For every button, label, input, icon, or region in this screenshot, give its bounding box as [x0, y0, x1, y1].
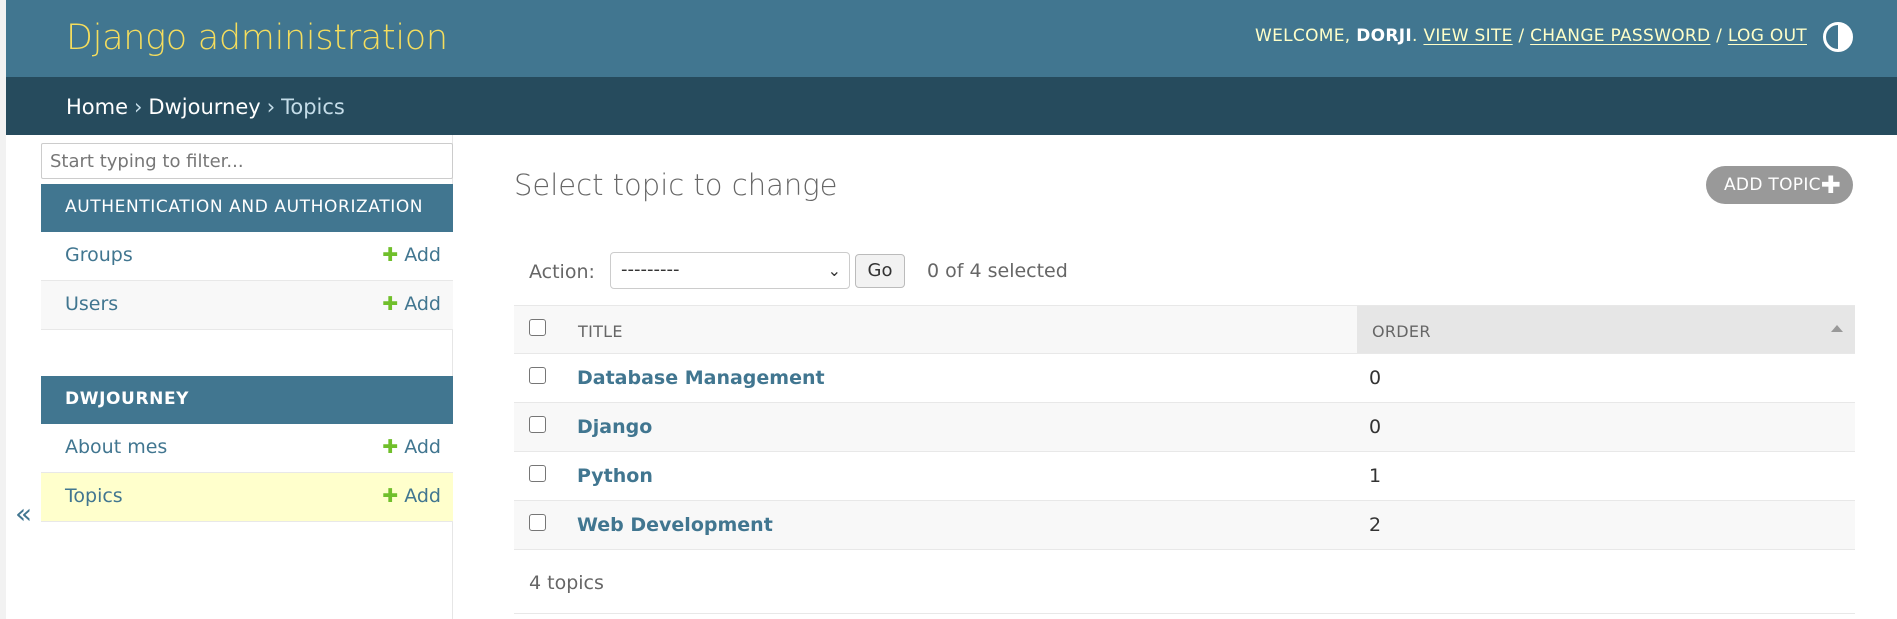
table-header: TITLE ORDER — [514, 305, 1855, 354]
table-row: Django 0 — [514, 403, 1855, 452]
welcome-period: . — [1412, 26, 1424, 46]
add-label: Add — [404, 436, 441, 458]
module-caption-dwjourney[interactable]: DWJOURNEY — [41, 376, 453, 424]
collapse-sidebar-icon[interactable]: « — [15, 497, 32, 530]
theme-toggle-icon[interactable] — [1823, 22, 1853, 52]
action-label: Action: — [529, 261, 595, 283]
plus-icon: ✚ — [382, 485, 399, 507]
plus-icon: ✚ — [382, 293, 399, 315]
table-row: Python 1 — [514, 452, 1855, 501]
breadcrumb-home[interactable]: Home — [66, 95, 128, 119]
site-branding[interactable]: Django administration — [66, 18, 448, 58]
plus-icon: ✚ — [1820, 171, 1841, 199]
row-checkbox[interactable] — [529, 367, 546, 384]
add-users-link[interactable]: ✚ Add — [382, 293, 441, 315]
row-title-link[interactable]: Web Development — [577, 514, 773, 536]
go-button[interactable]: Go — [855, 254, 905, 288]
username: DORJI — [1356, 26, 1413, 46]
breadcrumb: Home › Dwjourney › Topics — [6, 77, 1897, 135]
breadcrumb-current: Topics — [281, 95, 345, 119]
row-title-link[interactable]: Python — [577, 465, 653, 487]
sort-ascending-icon[interactable] — [1831, 325, 1843, 332]
row-title-link[interactable]: Django — [577, 416, 652, 438]
user-tools: WELCOME, DORJI. VIEW SITE / CHANGE PASSW… — [1255, 26, 1807, 46]
breadcrumb-separator: › — [266, 95, 276, 119]
row-order: 0 — [1369, 416, 1382, 438]
sidebar-item-label[interactable]: Topics — [65, 485, 123, 507]
module-caption-auth[interactable]: AUTHENTICATION AND AUTHORIZATION — [41, 184, 453, 232]
add-topic-button[interactable]: ADD TOPIC ✚ — [1706, 166, 1853, 204]
select-all-checkbox[interactable] — [529, 319, 546, 336]
breadcrumb-app[interactable]: Dwjourney — [148, 95, 260, 119]
chevron-down-icon: ⌄ — [827, 261, 841, 280]
sidebar-item-topics: Topics ✚ Add — [41, 473, 453, 522]
paginator: 4 topics — [514, 550, 1855, 614]
table-row: Web Development 2 — [514, 501, 1855, 550]
sidebar-item-users: Users ✚ Add — [41, 281, 453, 330]
row-order: 1 — [1369, 465, 1382, 487]
column-header-title[interactable]: TITLE — [578, 322, 623, 341]
plus-icon: ✚ — [382, 436, 399, 458]
row-checkbox[interactable] — [529, 465, 546, 482]
usertools-separator: / — [1710, 26, 1728, 46]
row-checkbox[interactable] — [529, 416, 546, 433]
sidebar-item-about-mes: About mes ✚ Add — [41, 424, 453, 473]
page-title: Select topic to change — [514, 168, 838, 202]
add-groups-link[interactable]: ✚ Add — [382, 244, 441, 266]
add-label: Add — [404, 244, 441, 266]
breadcrumb-separator: › — [134, 95, 143, 119]
table-row: Database Management 0 — [514, 354, 1855, 403]
admin-page: Django administration WELCOME, DORJI. VI… — [6, 0, 1897, 619]
sorted-column-highlight — [1357, 306, 1855, 353]
add-label: Add — [404, 293, 441, 315]
add-topic-label: ADD TOPIC — [1724, 175, 1821, 195]
action-select-value: --------- — [621, 259, 680, 280]
usertools-separator: / — [1512, 26, 1531, 46]
sidebar-item-label[interactable]: Users — [65, 293, 118, 315]
row-checkbox[interactable] — [529, 514, 546, 531]
sidebar-filter-input[interactable] — [41, 143, 453, 179]
column-header-order[interactable]: ORDER — [1372, 322, 1431, 341]
sidebar-item-groups: Groups ✚ Add — [41, 232, 453, 281]
selected-count: 0 of 4 selected — [927, 260, 1068, 282]
view-site-link[interactable]: VIEW SITE — [1423, 26, 1512, 46]
add-about-mes-link[interactable]: ✚ Add — [382, 436, 441, 458]
row-order: 2 — [1369, 514, 1382, 536]
log-out-link[interactable]: LOG OUT — [1728, 26, 1807, 46]
row-order: 0 — [1369, 367, 1382, 389]
welcome-text: WELCOME, — [1255, 26, 1357, 46]
row-title-link[interactable]: Database Management — [577, 367, 825, 389]
actions-bar: Action: --------- ⌄ Go 0 of 4 selected — [514, 248, 1855, 303]
result-list-table: TITLE ORDER Database Management 0 Django… — [514, 305, 1855, 614]
plus-icon: ✚ — [382, 244, 399, 266]
action-select[interactable]: --------- ⌄ — [610, 252, 850, 289]
add-label: Add — [404, 485, 441, 507]
nav-sidebar: AUTHENTICATION AND AUTHORIZATION Groups … — [41, 135, 453, 619]
sidebar-item-label[interactable]: Groups — [65, 244, 133, 266]
sidebar-item-label[interactable]: About mes — [65, 436, 167, 458]
change-password-link[interactable]: CHANGE PASSWORD — [1530, 26, 1710, 46]
header: Django administration WELCOME, DORJI. VI… — [6, 0, 1897, 77]
add-topics-link[interactable]: ✚ Add — [382, 485, 441, 507]
